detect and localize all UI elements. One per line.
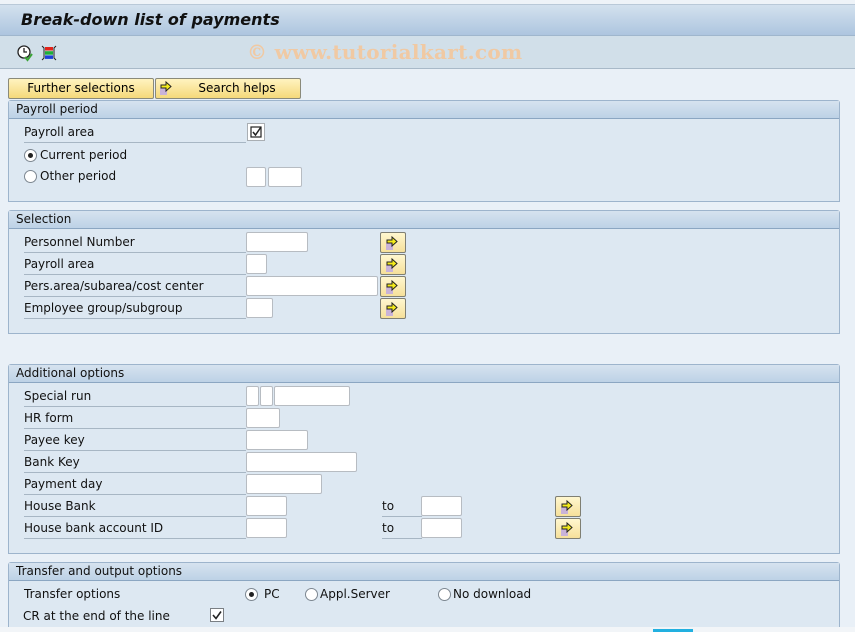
option-row: House Bank to [24, 496, 624, 517]
option-row: Payment day [24, 474, 444, 495]
search-helps-button[interactable]: Search helps [155, 78, 301, 99]
other-period-radio[interactable] [24, 170, 37, 183]
multiple-selection-button[interactable] [380, 232, 406, 253]
field-label: House Bank [24, 498, 246, 517]
current-period-row: Current period [24, 146, 274, 167]
field-label: HR form [24, 410, 246, 429]
current-period-radio[interactable] [24, 149, 37, 162]
special-run-field-3[interactable] [274, 386, 350, 406]
transfer-options-row: Transfer options PC Appl.Server No downl… [24, 584, 624, 605]
option-row: Payee key [24, 430, 444, 451]
arrow-right-icon [386, 279, 398, 294]
to-label: to [382, 498, 422, 517]
option-row: HR form [24, 408, 444, 429]
multiple-selection-button[interactable] [380, 298, 406, 319]
arrow-right-icon [561, 521, 573, 536]
current-period-label: Current period [40, 148, 128, 162]
page-title: Break-down list of payments [21, 10, 280, 29]
selection-options-icon[interactable] [40, 44, 58, 62]
other-period-row: Other period [24, 167, 324, 188]
option-row: Bank Key [24, 452, 444, 473]
further-selections-button[interactable]: Further selections [8, 78, 154, 99]
house-bank-from-input[interactable] [246, 496, 287, 516]
arrow-right-icon [160, 80, 172, 95]
pers-area-input[interactable] [246, 276, 378, 296]
transfer-output-group: Transfer and output options Transfer opt… [8, 562, 840, 632]
selection-group: Selection Personnel Number Payroll area … [8, 210, 840, 334]
additional-options-header: Additional options [9, 365, 839, 383]
selection-row: Payroll area [24, 254, 444, 275]
field-label: House bank account ID [24, 520, 246, 539]
transfer-output-header: Transfer and output options [9, 563, 839, 581]
field-label: Payroll area [24, 256, 246, 275]
option-row: House bank account ID to [24, 518, 624, 539]
field-label: Personnel Number [24, 234, 246, 253]
payroll-area-row: Payroll area [24, 122, 274, 143]
arrow-right-icon [561, 499, 573, 514]
field-label: Employee group/subgroup [24, 300, 246, 319]
field-label: Payee key [24, 432, 246, 451]
account-id-from-input[interactable] [246, 518, 287, 538]
selection-header: Selection [9, 211, 839, 229]
arrow-right-icon [386, 257, 398, 272]
appl-server-radio[interactable] [305, 588, 318, 601]
multiple-selection-button[interactable] [555, 496, 581, 517]
payroll-area-checkbox[interactable] [247, 123, 265, 141]
other-period-field-2[interactable] [268, 167, 302, 187]
other-period-field-1[interactable] [246, 167, 266, 187]
payroll-period-group: Payroll period Payroll area Current peri… [8, 100, 840, 202]
special-run-field-2[interactable] [260, 386, 273, 406]
account-id-to-input[interactable] [421, 518, 462, 538]
house-bank-to-input[interactable] [421, 496, 462, 516]
transfer-options-label: Transfer options [24, 587, 121, 601]
other-period-label: Other period [40, 169, 117, 183]
bank-key-input[interactable] [246, 452, 357, 472]
pc-radio[interactable] [245, 588, 258, 601]
payroll-area-label: Payroll area [24, 124, 246, 143]
additional-options-group: Additional options Special run HR form P… [8, 364, 840, 554]
selection-row: Pers.area/subarea/cost center [24, 276, 444, 297]
watermark-text: © www.tutorialkart.com [247, 40, 523, 64]
field-label: Bank Key [24, 454, 246, 473]
cr-row: CR at the end of the line [23, 606, 324, 627]
multiple-selection-button[interactable] [380, 276, 406, 297]
execute-clock-icon[interactable] [16, 44, 34, 62]
cr-checkbox[interactable] [210, 608, 224, 622]
special-run-field-1[interactable] [246, 386, 259, 406]
payroll-period-header: Payroll period [9, 101, 839, 119]
multiple-selection-button[interactable] [555, 518, 581, 539]
no-download-radio[interactable] [438, 588, 451, 601]
bottom-strip [0, 627, 855, 632]
selection-row: Personnel Number [24, 232, 444, 253]
arrow-right-icon [386, 301, 398, 316]
pc-label: PC [264, 587, 280, 601]
to-label: to [382, 520, 422, 539]
application-toolbar: © www.tutorialkart.com [0, 36, 855, 69]
field-label: Special run [24, 388, 246, 407]
no-download-label: No download [453, 587, 532, 601]
option-row: Special run [24, 386, 444, 407]
multiple-selection-button[interactable] [380, 254, 406, 275]
title-bar: Break-down list of payments [0, 5, 855, 36]
personnel-number-input[interactable] [246, 232, 308, 252]
payee-key-input[interactable] [246, 430, 308, 450]
search-helps-label: Search helps [198, 81, 276, 95]
appl-server-label: Appl.Server [320, 587, 390, 601]
selection-row: Employee group/subgroup [24, 298, 444, 319]
cr-label: CR at the end of the line [23, 609, 170, 623]
payment-day-input[interactable] [246, 474, 322, 494]
hr-form-input[interactable] [246, 408, 280, 428]
employee-group-input[interactable] [246, 298, 273, 318]
payroll-area-input[interactable] [246, 254, 267, 274]
field-label: Pers.area/subarea/cost center [24, 278, 246, 297]
field-label: Payment day [24, 476, 246, 495]
further-selections-label: Further selections [27, 81, 135, 95]
arrow-right-icon [386, 235, 398, 250]
